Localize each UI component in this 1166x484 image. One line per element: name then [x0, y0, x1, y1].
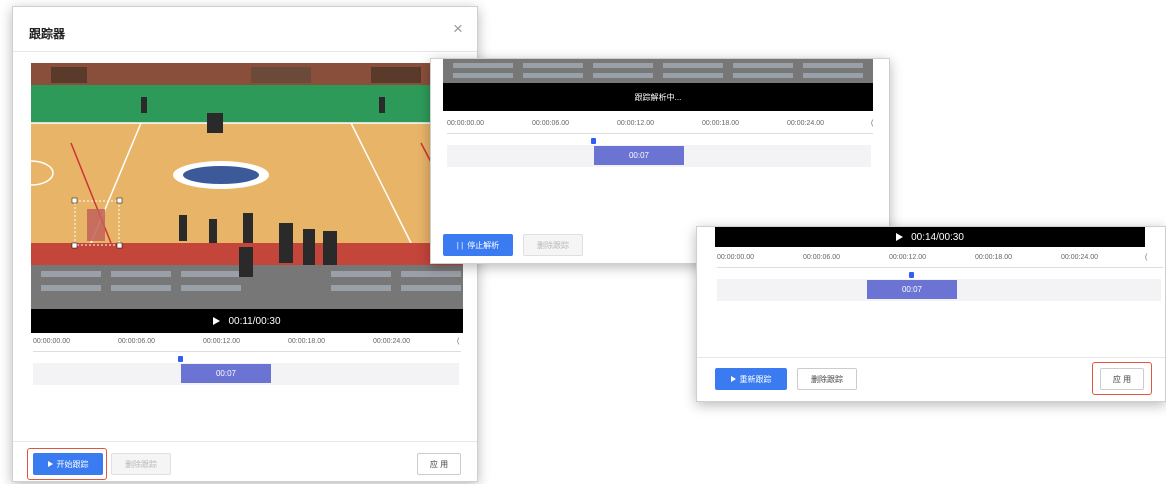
timeline-tick: 00:00:00.00 — [33, 338, 70, 345]
timeline-tick: 00:00:12.00 — [203, 338, 240, 345]
highlight-box — [1092, 362, 1152, 395]
track-segment[interactable]: 00:07 — [594, 146, 684, 165]
stop-parsing-label: 停止解析 — [467, 240, 500, 250]
close-icon[interactable]: × — [453, 19, 463, 39]
footer-divider — [697, 357, 1165, 358]
timeline-tick: 00:00:24.00 — [373, 338, 410, 345]
tracker-dialog: 跟踪器 × 00:11/00:30 00:00:00.00 00:00:06.0… — [12, 6, 478, 482]
playhead-marker[interactable] — [591, 138, 596, 144]
pause-icon: | | — [456, 240, 464, 250]
delete-tracking-button[interactable]: 删除跟踪 — [523, 234, 583, 256]
play-icon — [730, 376, 736, 382]
timeline-tick: 00:00:24.00 — [1061, 254, 1098, 261]
play-icon[interactable] — [213, 317, 221, 325]
title-divider — [13, 51, 477, 52]
timeline-tick: 00:00:00.00 — [717, 254, 754, 261]
highlight-box — [27, 448, 107, 480]
ruler-line — [447, 133, 873, 134]
retrack-button[interactable]: 重新跟踪 — [715, 368, 787, 390]
timeline-tick: 00:00:18.00 — [702, 120, 739, 127]
video-player[interactable] — [443, 59, 873, 83]
stop-parsing-button[interactable]: | | 停止解析 — [443, 234, 513, 256]
playhead-marker[interactable] — [909, 272, 914, 278]
timeline-tick: ( — [1145, 254, 1148, 261]
ruler-line — [33, 351, 461, 352]
delete-tracking-button[interactable]: 删除跟踪 — [111, 453, 171, 475]
play-icon[interactable] — [896, 233, 904, 241]
delete-tracking-button[interactable]: 删除跟踪 — [797, 368, 857, 390]
parsing-status-bar: 跟踪解析中... — [443, 83, 873, 111]
timeline-tick: 00:00:18.00 — [975, 254, 1012, 261]
timeline-tick: 00:00:12.00 — [889, 254, 926, 261]
video-player[interactable]: 00:11/00:30 — [31, 63, 463, 333]
video-control-bar: 00:14/00:30 — [715, 227, 1145, 247]
track-segment[interactable]: 00:07 — [181, 364, 271, 383]
video-time: 00:14/00:30 — [911, 231, 964, 243]
ruler-line — [717, 267, 1163, 268]
court-scene — [31, 63, 463, 309]
playhead-marker[interactable] — [178, 356, 183, 362]
dialog-title: 跟踪器 — [29, 27, 66, 41]
tracking-complete-panel: 00:14/00:30 00:00:00.00 00:00:06.00 00:0… — [696, 226, 1166, 402]
timeline-tick: 00:00:12.00 — [617, 120, 654, 127]
footer-divider — [13, 441, 477, 442]
timeline-tick: 00:00:00.00 — [447, 120, 484, 127]
timeline-tick: 00:00:24.00 — [787, 120, 824, 127]
apply-button[interactable]: 应 用 — [417, 453, 461, 475]
parsing-status-text: 跟踪解析中... — [634, 92, 682, 102]
timeline-tick: 00:00:18.00 — [288, 338, 325, 345]
timeline-tick: 00:00:06.00 — [803, 254, 840, 261]
track-segment[interactable]: 00:07 — [867, 280, 957, 299]
timeline-tick: 00:00:06.00 — [532, 120, 569, 127]
retrack-label: 重新跟踪 — [739, 374, 772, 384]
timeline-tick: ( — [871, 120, 874, 127]
video-time: 00:11/00:30 — [228, 315, 281, 327]
video-control-bar: 00:11/00:30 — [31, 309, 463, 333]
timeline-tick: ( — [457, 338, 460, 345]
court-scene — [443, 59, 873, 83]
timeline-tick: 00:00:06.00 — [118, 338, 155, 345]
